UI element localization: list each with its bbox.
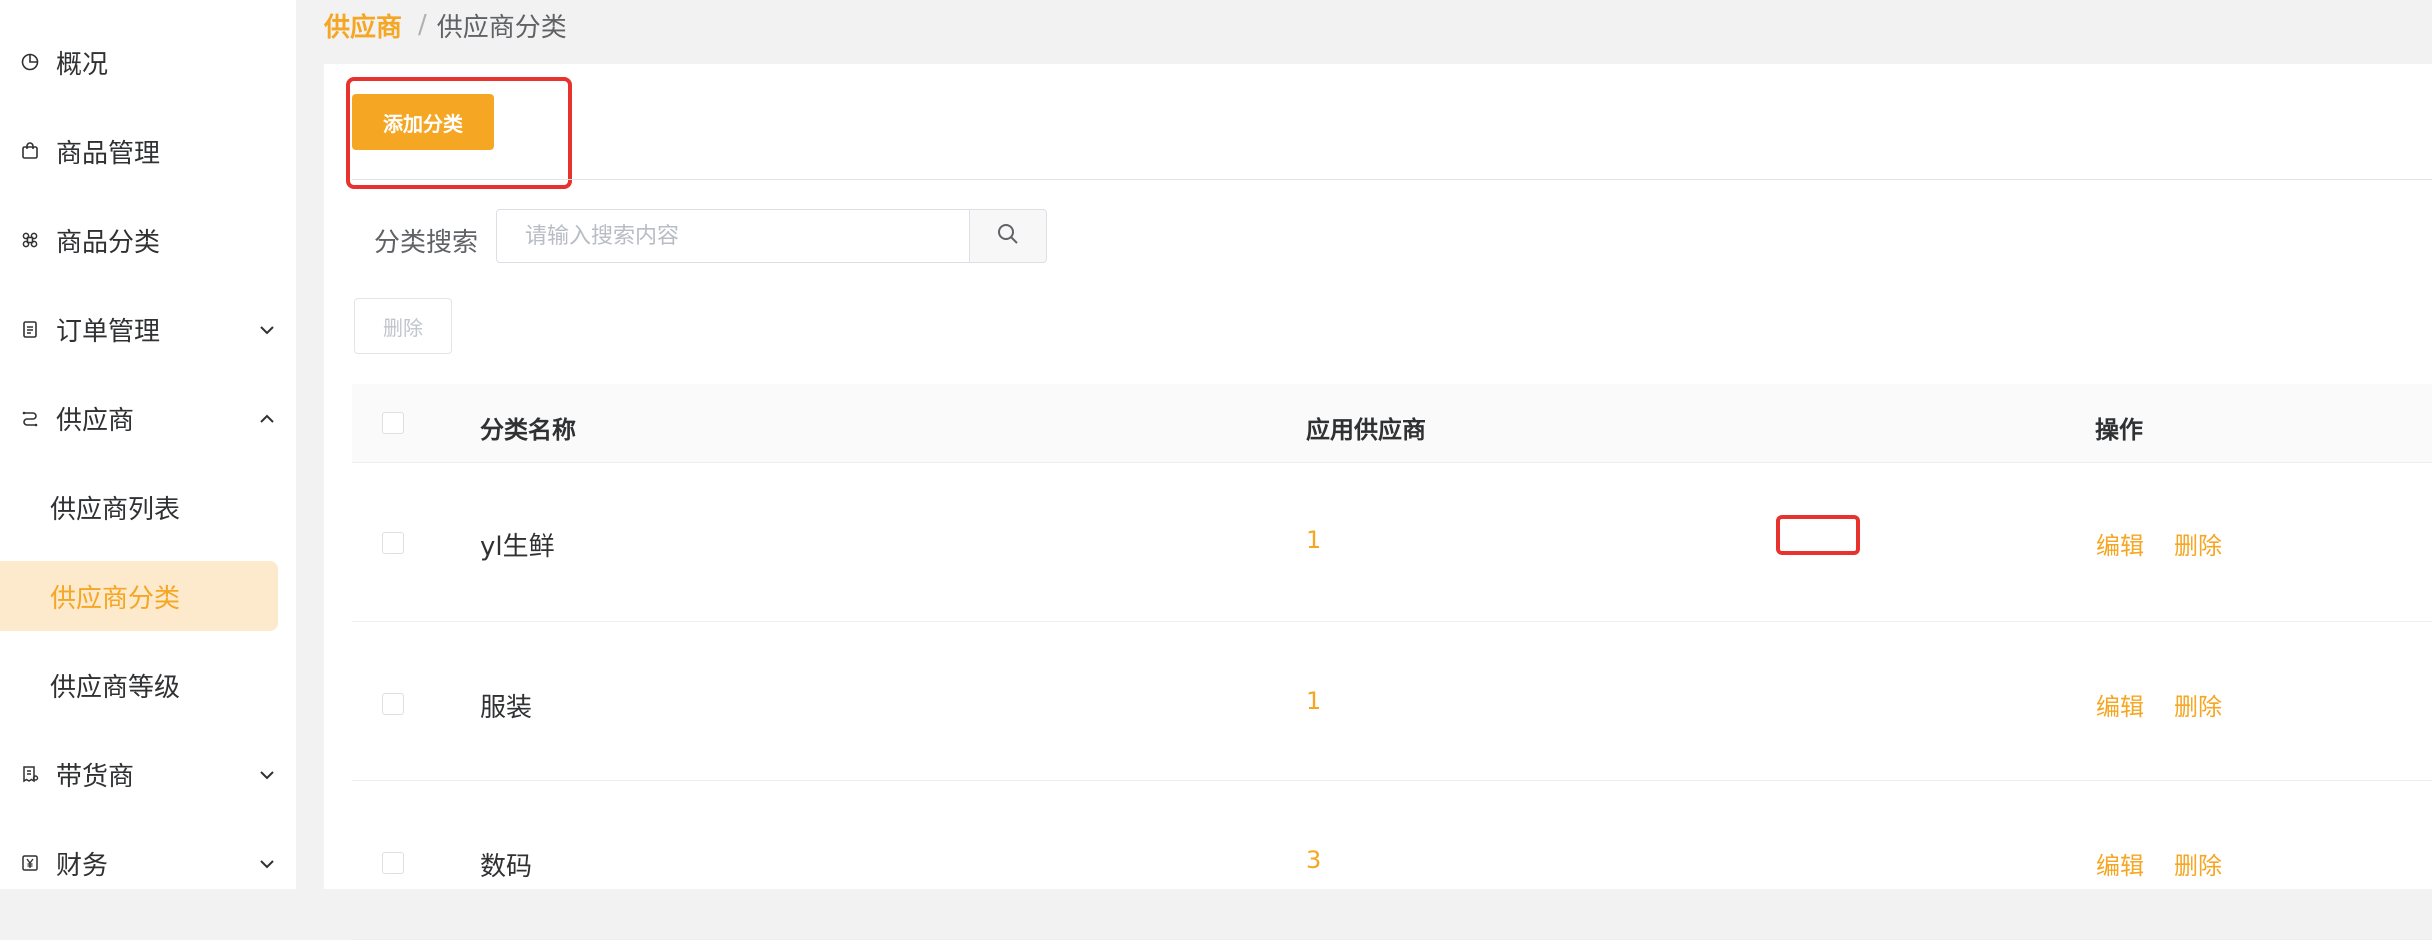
clipboard-icon [20, 319, 40, 339]
column-header-actions: 操作 [2095, 416, 2143, 444]
sidebar-item-label: 商品分类 [56, 227, 161, 258]
divider [352, 179, 2432, 180]
yen-icon [20, 853, 40, 873]
row-checkbox[interactable] [382, 852, 404, 874]
sidebar-item-label: 供应商 [56, 405, 135, 436]
sidebar-item-label: 带货商 [56, 761, 135, 792]
sidebar-subitem-supplier-level[interactable]: 供应商等级 [0, 650, 278, 720]
edit-link[interactable]: 编辑 [2096, 846, 2144, 881]
sidebar-subitem-label: 供应商等级 [50, 672, 181, 703]
sidebar: 概况 商品管理 商品分类 订单管理 供应商 供应商列表 供应商分类 供应商等级 … [0, 0, 296, 889]
row-checkbox[interactable] [382, 693, 404, 715]
supplier-icon [20, 408, 40, 428]
sidebar-item-supplier[interactable]: 供应商 [0, 383, 278, 453]
breadcrumb-root[interactable]: 供应商 [324, 7, 402, 44]
category-name: 服装 [480, 693, 533, 723]
sidebar-item-distributor[interactable]: 带货商 [0, 739, 278, 809]
chevron-down-icon [256, 318, 278, 340]
edit-link[interactable]: 编辑 [2096, 687, 2144, 722]
category-name: 数码 [480, 852, 533, 882]
search-button[interactable] [969, 209, 1047, 263]
supplier-count-link[interactable]: 3 [1306, 846, 1321, 874]
sidebar-item-overview[interactable]: 概况 [0, 27, 278, 97]
supplier-count-link[interactable]: 1 [1306, 687, 1321, 715]
search-input[interactable] [496, 209, 970, 263]
table-row: 服装 1 编辑 删除 [352, 621, 2432, 781]
breadcrumb: 供应商 / 供应商分类 [324, 7, 567, 44]
search-label: 分类搜索 [374, 228, 479, 258]
sidebar-item-product-category[interactable]: 商品分类 [0, 205, 278, 275]
chevron-up-icon [256, 407, 278, 429]
supplier-count-link[interactable]: 1 [1306, 526, 1321, 554]
batch-delete-button[interactable]: 删除 [354, 298, 452, 354]
highlight-box [346, 77, 572, 189]
table-header: 分类名称 应用供应商 操作 [352, 384, 2432, 463]
delete-link[interactable]: 删除 [2174, 846, 2222, 881]
delete-link[interactable]: 删除 [2174, 526, 2222, 561]
chevron-down-icon [256, 763, 278, 785]
shopping-bag-icon [20, 141, 40, 161]
sidebar-subitem-supplier-category[interactable]: 供应商分类 [0, 561, 278, 631]
column-header-suppliers: 应用供应商 [1306, 416, 1426, 444]
sidebar-item-label: 订单管理 [56, 316, 161, 347]
sidebar-item-label: 财务 [56, 850, 109, 881]
delete-link[interactable]: 删除 [2174, 687, 2222, 722]
chevron-down-icon [256, 852, 278, 874]
sidebar-item-label: 商品管理 [56, 138, 161, 169]
breadcrumb-current: 供应商分类 [436, 12, 567, 43]
main-panel: 添加分类 分类搜索 删除 分类名称 应用供应商 操作 yl生鲜 1 编辑 删除 … [324, 64, 2432, 940]
command-icon [20, 230, 40, 250]
table-row: yl生鲜 1 编辑 删除 [352, 462, 2432, 622]
sidebar-subitem-supplier-list[interactable]: 供应商列表 [0, 472, 278, 542]
category-name: yl生鲜 [480, 532, 555, 562]
sidebar-item-finance[interactable]: 财务 [0, 828, 278, 898]
sidebar-item-products[interactable]: 商品管理 [0, 116, 278, 186]
receipt-icon [20, 764, 40, 784]
sidebar-item-orders[interactable]: 订单管理 [0, 294, 278, 364]
highlight-box [1776, 515, 1860, 555]
breadcrumb-separator: / [418, 10, 427, 40]
search-icon [996, 222, 1020, 250]
edit-link[interactable]: 编辑 [2096, 526, 2144, 561]
row-checkbox[interactable] [382, 532, 404, 554]
sidebar-subitem-label: 供应商列表 [50, 494, 181, 525]
sidebar-subitem-label: 供应商分类 [50, 583, 181, 614]
sidebar-item-label: 概况 [56, 49, 109, 80]
table-row: 数码 3 编辑 删除 [352, 780, 2432, 940]
column-header-name: 分类名称 [480, 416, 576, 444]
select-all-checkbox[interactable] [382, 412, 404, 434]
pie-chart-icon [20, 52, 40, 72]
